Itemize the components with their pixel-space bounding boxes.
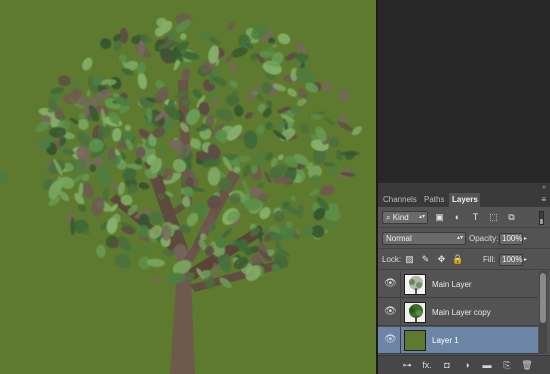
select-arrows-icon: ▴▾ [418, 214, 425, 220]
filter-toggle-switch[interactable] [539, 211, 544, 225]
filter-kind-label: Kind [392, 213, 409, 222]
delete-layer-icon[interactable]: 🗑 [520, 359, 534, 371]
leaf-clump [89, 164, 97, 172]
leaf-clump [268, 37, 275, 44]
visibility-separator [400, 327, 401, 354]
blend-row: Normal ▴▾ Opacity: 100% ▸ [378, 229, 550, 249]
adjustment-filter-icon[interactable]: ◐ [452, 212, 463, 223]
layer-thumbnail [404, 302, 426, 323]
type-filter-icon[interactable]: T [470, 212, 481, 223]
scrollbar-thumb[interactable] [540, 273, 546, 323]
lock-all-icon[interactable]: 🔒 [452, 254, 463, 265]
layer-thumbnail [404, 330, 426, 351]
panel-tab-bar: Channels Paths Layers ≡ [378, 193, 550, 207]
opacity-label: Opacity: [469, 234, 499, 243]
eye-icon[interactable]: 👁 [384, 335, 397, 345]
layer-name[interactable]: Main Layer [432, 280, 472, 289]
layers-scrollbar[interactable] [539, 271, 547, 354]
opacity-slider-arrow-icon[interactable]: ▸ [524, 235, 527, 242]
tab-paths[interactable]: Paths [421, 193, 447, 207]
visibility-separator [400, 271, 401, 298]
new-group-icon[interactable]: ▬ [480, 359, 494, 371]
layer-filter-row: ⌕ Kind ▴▾ ▣ ◐ T ⬚ ⧉ [378, 208, 550, 228]
leaf-clump [290, 107, 301, 114]
add-mask-icon[interactable]: ◘ [440, 359, 454, 371]
shape-filter-icon[interactable]: ⬚ [488, 212, 499, 223]
adjustment-layer-icon[interactable]: ◑ [460, 359, 474, 371]
layer-row-layer-1[interactable]: 👁 Layer 1 [378, 327, 538, 354]
layers-panel: » Channels Paths Layers ≡ ⌕ Kind ▴▾ ▣ ◐ … [378, 183, 550, 374]
new-layer-icon[interactable]: ⎘ [500, 359, 514, 371]
lock-label: Lock: [382, 255, 402, 264]
panel-header-strip: » [378, 183, 550, 193]
layer-thumbnail [404, 274, 426, 295]
opacity-input[interactable]: 100% [499, 233, 523, 245]
leaf-clump [263, 45, 277, 52]
filter-toggle-knob [540, 219, 543, 224]
leaf-clump [156, 17, 168, 28]
layer-row-main-layer-copy[interactable]: 👁 Main Layer copy [378, 299, 538, 326]
visibility-separator [400, 299, 401, 326]
layers-footer-toolbar: ⊶ fx. ◘ ◑ ▬ ⎘ 🗑 [378, 355, 550, 374]
lock-row: Lock: ▨ ✎ ✥ 🔒 Fill: 100% ▸ [378, 250, 550, 270]
fx-icon[interactable]: fx. [420, 359, 434, 371]
collapse-panel-icon[interactable]: » [542, 184, 546, 192]
panel-dock-empty-area [378, 0, 550, 183]
fill-input[interactable]: 100% [499, 254, 523, 266]
tab-channels[interactable]: Channels [380, 193, 419, 207]
layer-row-main-layer[interactable]: 👁 Main Layer [378, 271, 538, 298]
blend-mode-select[interactable]: Normal ▴▾ [382, 232, 466, 245]
search-icon: ⌕ [386, 213, 391, 222]
eye-icon[interactable]: 👁 [384, 307, 397, 317]
leaf-clump [167, 31, 177, 42]
layer-name[interactable]: Layer 1 [432, 336, 459, 345]
lock-transparent-pixels-icon[interactable]: ▨ [404, 254, 415, 265]
layer-name[interactable]: Main Layer copy [432, 308, 491, 317]
layers-list: 👁 Main Layer 👁 Main Layer copy 👁 Layer 1 [378, 271, 538, 354]
pixel-filter-icon[interactable]: ▣ [434, 212, 445, 223]
opacity-value: 100% [502, 234, 523, 243]
eye-icon[interactable]: 👁 [384, 279, 397, 289]
tree-artwork [0, 0, 376, 374]
filter-kind-select[interactable]: ⌕ Kind ▴▾ [382, 211, 428, 224]
lock-position-icon[interactable]: ✥ [436, 254, 447, 265]
smart-object-filter-icon[interactable]: ⧉ [506, 212, 517, 223]
link-layers-icon[interactable]: ⊶ [400, 359, 414, 371]
panel-menu-icon[interactable]: ≡ [541, 195, 546, 204]
fill-value: 100% [502, 255, 523, 264]
tab-layers[interactable]: Layers [449, 193, 480, 207]
lock-image-pixels-icon[interactable]: ✎ [420, 254, 431, 265]
fill-label: Fill: [483, 255, 496, 264]
select-arrows-icon: ▴▾ [456, 235, 463, 241]
leaf-clump [303, 227, 314, 235]
fill-slider-arrow-icon[interactable]: ▸ [524, 256, 527, 263]
blend-mode-value: Normal [386, 234, 412, 243]
document-canvas[interactable] [0, 0, 376, 374]
